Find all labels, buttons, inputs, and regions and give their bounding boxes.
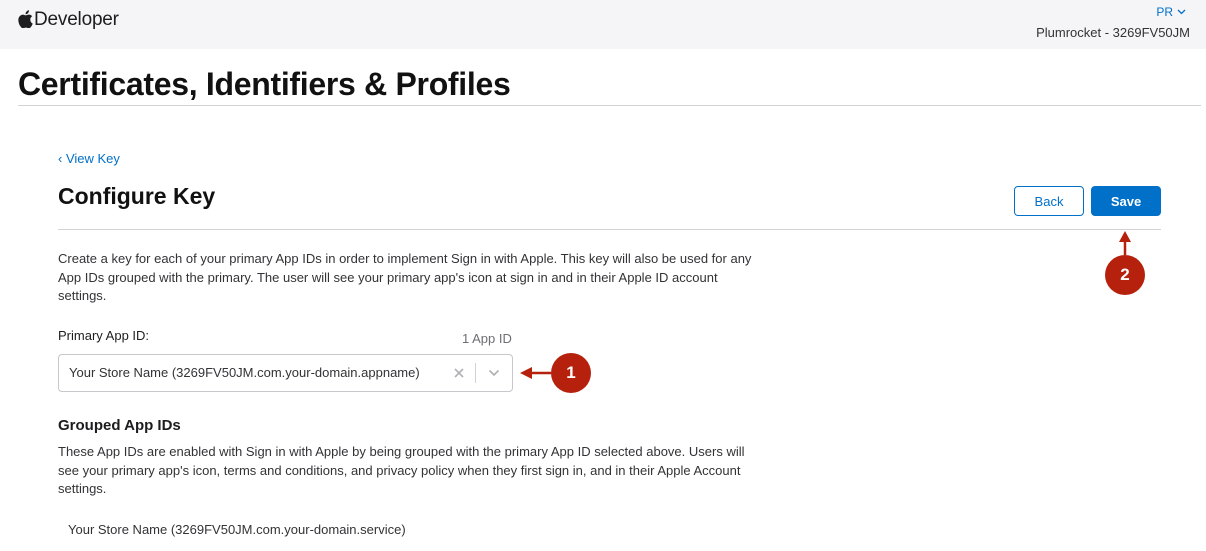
annotation-marker-1: 1 [551, 353, 591, 393]
section-title: Configure Key [58, 183, 216, 209]
back-button[interactable]: Back [1014, 186, 1084, 216]
select-separator [475, 363, 476, 383]
section-divider [58, 229, 1161, 230]
primary-app-id-select[interactable]: Your Store Name (3269FV50JM.com.your-dom… [58, 354, 513, 392]
app-id-count: 1 App ID [462, 331, 512, 346]
title-divider [18, 105, 1201, 106]
dropdown-chevron-icon[interactable] [484, 364, 504, 382]
save-button[interactable]: Save [1091, 186, 1161, 216]
brand-label: Developer [34, 9, 119, 30]
annotation-marker-2: 2 [1105, 255, 1145, 295]
account-initials: PR [1156, 5, 1173, 19]
grouped-app-id-item: Your Store Name (3269FV50JM.com.your-dom… [68, 522, 406, 537]
primary-app-id-value: Your Store Name (3269FV50JM.com.your-dom… [69, 365, 420, 380]
chevron-down-icon [1177, 9, 1186, 15]
grouped-app-ids-heading: Grouped App IDs [58, 417, 181, 434]
team-name: Plumrocket - 3269FV50JM [1036, 25, 1190, 40]
clear-icon[interactable] [450, 364, 468, 382]
grouped-app-ids-description: These App IDs are enabled with Sign in w… [58, 444, 745, 496]
page-title: Certificates, Identifiers & Profiles [18, 66, 511, 102]
developer-home-link[interactable]: Developer [18, 9, 119, 31]
view-key-back-link[interactable]: ‹ View Key [58, 151, 120, 166]
global-header: Developer PR Plumrocket - 3269FV50JM [0, 0, 1206, 49]
apple-logo-icon [18, 10, 33, 28]
primary-app-id-label: Primary App ID: [58, 328, 150, 343]
account-menu[interactable]: PR [1156, 5, 1186, 19]
key-description: Create a key for each of your primary Ap… [58, 251, 752, 303]
